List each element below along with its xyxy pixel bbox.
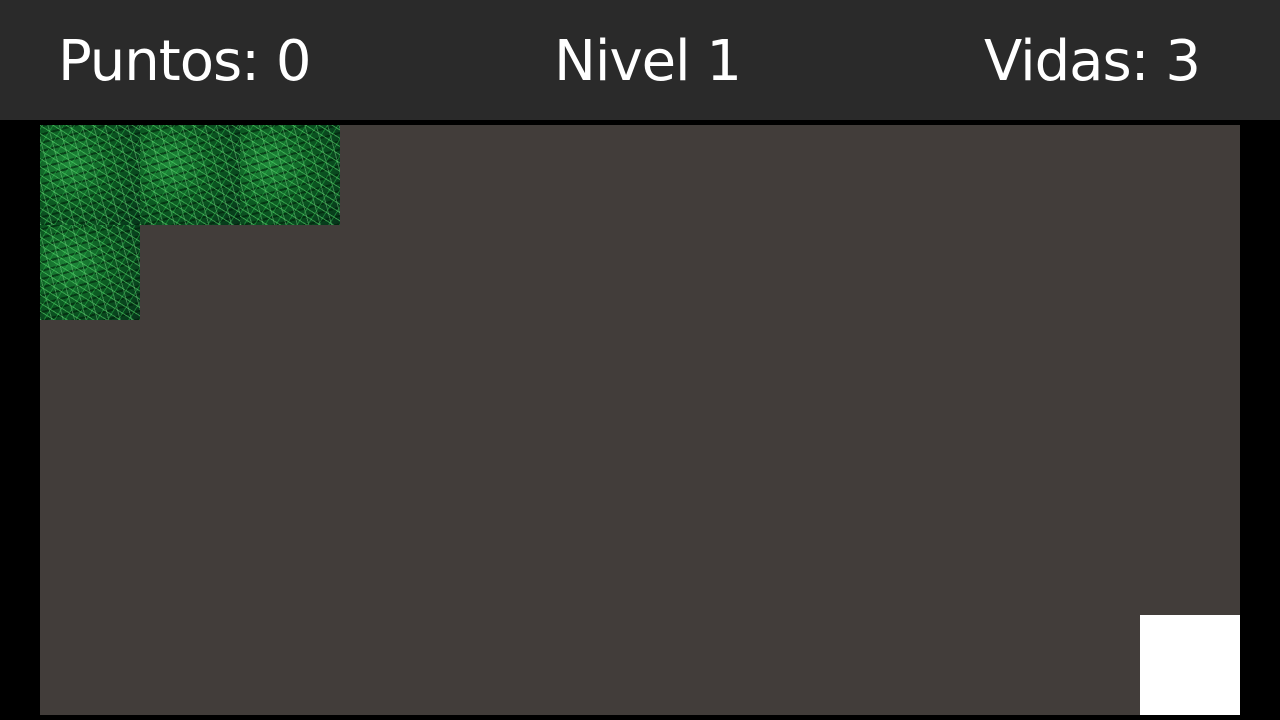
grass-tile bbox=[40, 125, 140, 225]
score-label: Puntos: bbox=[58, 29, 260, 94]
goal-block bbox=[1140, 615, 1240, 715]
game-board[interactable] bbox=[40, 125, 1240, 715]
hud-bar: Puntos: 0 Nivel 1 Vidas: 3 bbox=[0, 0, 1280, 120]
level-value: 1 bbox=[706, 29, 742, 94]
grass-tile bbox=[140, 125, 240, 225]
lives-label: Vidas: bbox=[984, 29, 1150, 94]
lives-display: Vidas: 3 bbox=[984, 26, 1201, 98]
level-label: Nivel bbox=[554, 29, 691, 94]
score-display: Puntos: 0 bbox=[58, 26, 312, 98]
grass-tile bbox=[240, 125, 340, 225]
level-display: Nivel 1 bbox=[554, 26, 742, 98]
lives-value: 3 bbox=[1165, 29, 1201, 94]
game-screen: Puntos: 0 Nivel 1 Vidas: 3 bbox=[0, 0, 1280, 720]
grass-tile bbox=[40, 225, 140, 320]
score-value: 0 bbox=[275, 29, 312, 94]
